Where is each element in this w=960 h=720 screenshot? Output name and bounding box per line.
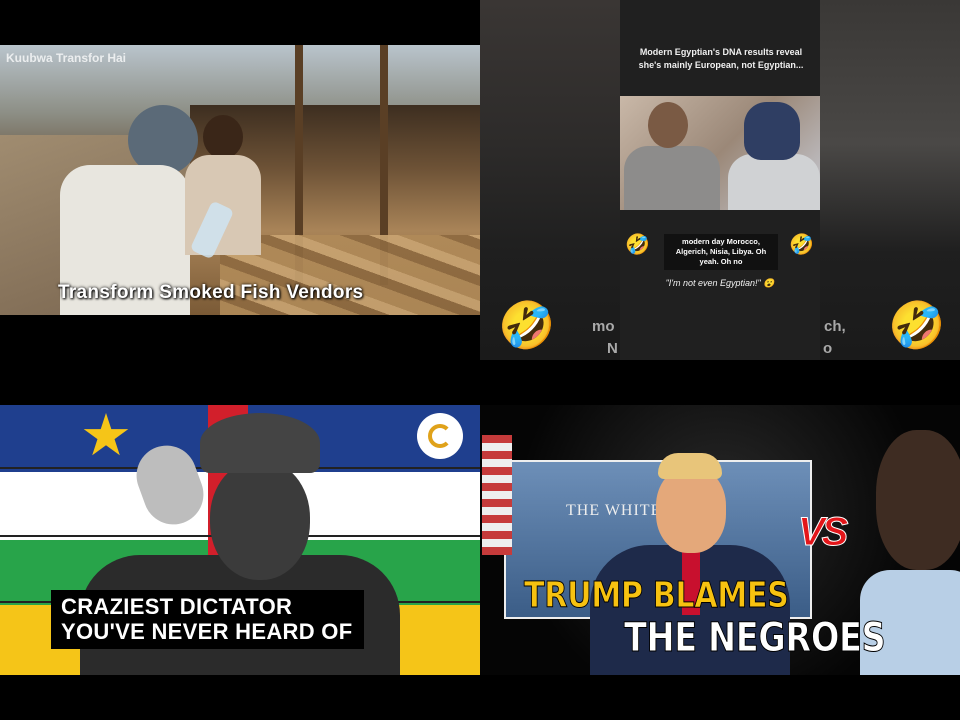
- background-text: N: [607, 340, 618, 357]
- channel-watermark: Kuubwa Transfor Hai: [6, 51, 127, 65]
- laughing-emoji-icon: 🤣: [789, 234, 814, 256]
- laughing-emoji-icon: 🤣: [625, 234, 650, 256]
- subtitle-box: modern day Morocco, Algerich, Nisia, Lib…: [664, 234, 778, 271]
- video-thumbnail-trump[interactable]: THE WHITE HOUSE VS TRUMP BLAMES THE NEGR…: [480, 405, 960, 675]
- quote-text: "I'm not even Egyptian!" 😮: [665, 278, 775, 288]
- vs-text: VS: [797, 510, 848, 555]
- background-text: mo: [592, 318, 615, 335]
- laughing-emoji-icon: 🤣: [498, 299, 556, 351]
- us-flag: [482, 435, 512, 555]
- video-frame: [620, 96, 820, 210]
- video-thumbnail-dictator[interactable]: ★ CRAZIEST DICTATOR YOU'VE NEVER HEARD O…: [0, 405, 480, 675]
- thumbnail-caption: Transform Smoked Fish Vendors: [58, 282, 364, 303]
- background-text: ch,: [824, 318, 846, 335]
- title-line-2: THE NEGROES: [624, 615, 887, 662]
- video-caption: Modern Egyptian's DNA results reveal she…: [638, 47, 804, 71]
- video-thumbnail-egyptian-dna[interactable]: mo N ch, o 🤣 🤣 Modern Egyptian's DNA res…: [480, 0, 960, 360]
- background-text: o: [823, 340, 833, 357]
- title-line-1: CRAZIEST DICTATOR: [61, 594, 293, 619]
- thumbnail-title: CRAZIEST DICTATOR YOU'VE NEVER HEARD OF: [51, 590, 365, 649]
- title-line-1: TRUMP BLAMES: [524, 575, 790, 617]
- channel-logo-icon: [417, 413, 463, 459]
- laughing-emoji-icon: 🤣: [888, 299, 946, 351]
- video-thumbnail-smoked-fish[interactable]: Kuubwa Transfor Hai Transform Smoked Fis…: [0, 45, 480, 315]
- title-line-2: YOU'VE NEVER HEARD OF: [61, 619, 353, 645]
